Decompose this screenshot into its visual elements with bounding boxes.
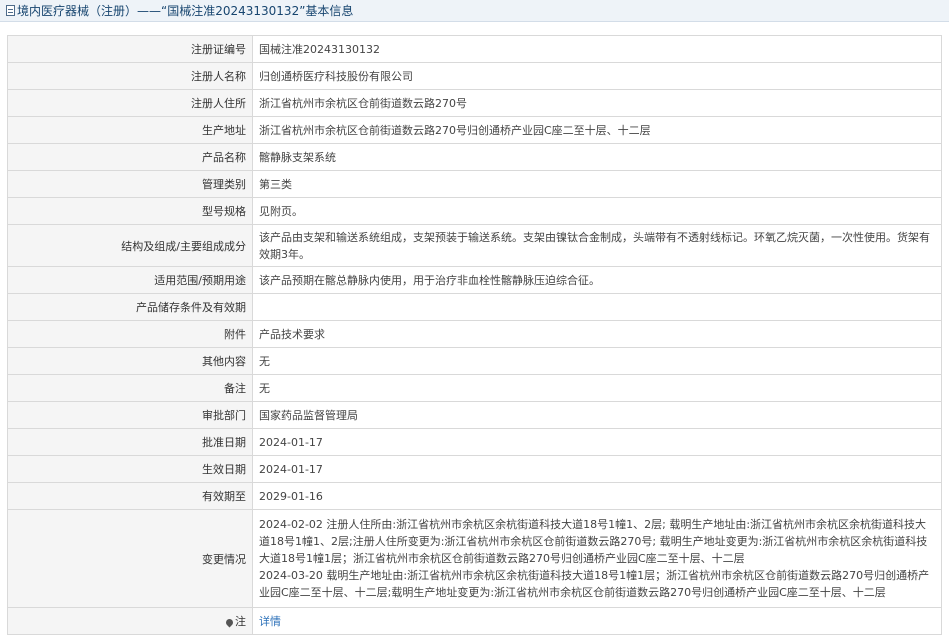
row-label: 批准日期 bbox=[7, 428, 253, 456]
row-value: 该产品由支架和输送系统组成，支架预装于输送系统。支架由镍钛合金制成，头端带有不透… bbox=[252, 224, 942, 267]
table-row: 备注 无 bbox=[7, 374, 942, 402]
row-label: 适用范围/预期用途 bbox=[7, 266, 253, 294]
note-label: 注 bbox=[235, 615, 246, 628]
row-label: 注册人住所 bbox=[7, 89, 253, 117]
table-row: 型号规格 见附页。 bbox=[7, 197, 942, 225]
row-value: 2029-01-16 bbox=[252, 482, 942, 510]
row-label: 注册人名称 bbox=[7, 62, 253, 90]
row-value: 国械注准20243130132 bbox=[252, 35, 942, 63]
row-label: 生产地址 bbox=[7, 116, 253, 144]
table-row: 注册证编号 国械注准20243130132 bbox=[7, 35, 942, 63]
row-value: 归创通桥医疗科技股份有限公司 bbox=[252, 62, 942, 90]
page-header: 境内医疗器械（注册）——“国械注准20243130132”基本信息 bbox=[0, 0, 949, 22]
row-label: 生效日期 bbox=[7, 455, 253, 483]
row-label: 变更情况 bbox=[7, 509, 253, 608]
row-value: 2024-01-17 bbox=[252, 455, 942, 483]
row-label: 结构及组成/主要组成成分 bbox=[7, 224, 253, 267]
row-value: 无 bbox=[252, 374, 942, 402]
row-value: 见附页。 bbox=[252, 197, 942, 225]
table-row: 注册人住所 浙江省杭州市余杭区仓前街道数云路270号 bbox=[7, 89, 942, 117]
table-row: 产品储存条件及有效期 bbox=[7, 293, 942, 321]
row-value: 浙江省杭州市余杭区仓前街道数云路270号归创通桥产业园C座二至十层、十二层 bbox=[252, 116, 942, 144]
row-value: 浙江省杭州市余杭区仓前街道数云路270号 bbox=[252, 89, 942, 117]
table-row: 管理类别 第三类 bbox=[7, 170, 942, 198]
table-row: 审批部门 国家药品监督管理局 bbox=[7, 401, 942, 429]
row-label: 型号规格 bbox=[7, 197, 253, 225]
row-label: 注册证编号 bbox=[7, 35, 253, 63]
row-value: 国家药品监督管理局 bbox=[252, 401, 942, 429]
table-row: 其他内容 无 bbox=[7, 347, 942, 375]
row-label: 审批部门 bbox=[7, 401, 253, 429]
table-row: 注 详情 bbox=[7, 607, 942, 635]
row-label: 其他内容 bbox=[7, 347, 253, 375]
row-label: 备注 bbox=[7, 374, 253, 402]
row-label: 附件 bbox=[7, 320, 253, 348]
document-icon bbox=[6, 5, 15, 16]
row-value: 该产品预期在髂总静脉内使用，用于治疗非血栓性髂静脉压迫综合征。 bbox=[252, 266, 942, 294]
row-label: 产品储存条件及有效期 bbox=[7, 293, 253, 321]
page-title: 境内医疗器械（注册）——“国械注准20243130132”基本信息 bbox=[17, 4, 354, 18]
table-row: 生效日期 2024-01-17 bbox=[7, 455, 942, 483]
table-row: 生产地址 浙江省杭州市余杭区仓前街道数云路270号归创通桥产业园C座二至十层、十… bbox=[7, 116, 942, 144]
change-history-value: 2024-02-02 注册人住所由:浙江省杭州市余杭区余杭街道科技大道18号1幢… bbox=[252, 509, 942, 608]
info-table: 注册证编号 国械注准20243130132 注册人名称 归创通桥医疗科技股份有限… bbox=[7, 35, 942, 635]
row-value: 无 bbox=[252, 347, 942, 375]
row-value: 2024-01-17 bbox=[252, 428, 942, 456]
row-value: 产品技术要求 bbox=[252, 320, 942, 348]
table-row: 适用范围/预期用途 该产品预期在髂总静脉内使用，用于治疗非血栓性髂静脉压迫综合征… bbox=[7, 266, 942, 294]
row-value bbox=[252, 293, 942, 321]
table-row: 批准日期 2024-01-17 bbox=[7, 428, 942, 456]
row-value: 髂静脉支架系统 bbox=[252, 143, 942, 171]
table-row: 变更情况 2024-02-02 注册人住所由:浙江省杭州市余杭区余杭街道科技大道… bbox=[7, 509, 942, 608]
row-label: 管理类别 bbox=[7, 170, 253, 198]
row-label: 有效期至 bbox=[7, 482, 253, 510]
footer-value-cell: 详情 bbox=[252, 607, 942, 635]
pin-icon bbox=[224, 617, 235, 627]
footer-label-cell: 注 bbox=[7, 607, 253, 635]
row-label: 产品名称 bbox=[7, 143, 253, 171]
details-link[interactable]: 详情 bbox=[259, 615, 281, 628]
table-row: 附件 产品技术要求 bbox=[7, 320, 942, 348]
table-row: 产品名称 髂静脉支架系统 bbox=[7, 143, 942, 171]
table-row: 有效期至 2029-01-16 bbox=[7, 482, 942, 510]
table-row: 注册人名称 归创通桥医疗科技股份有限公司 bbox=[7, 62, 942, 90]
table-row: 结构及组成/主要组成成分 该产品由支架和输送系统组成，支架预装于输送系统。支架由… bbox=[7, 224, 942, 267]
row-value: 第三类 bbox=[252, 170, 942, 198]
